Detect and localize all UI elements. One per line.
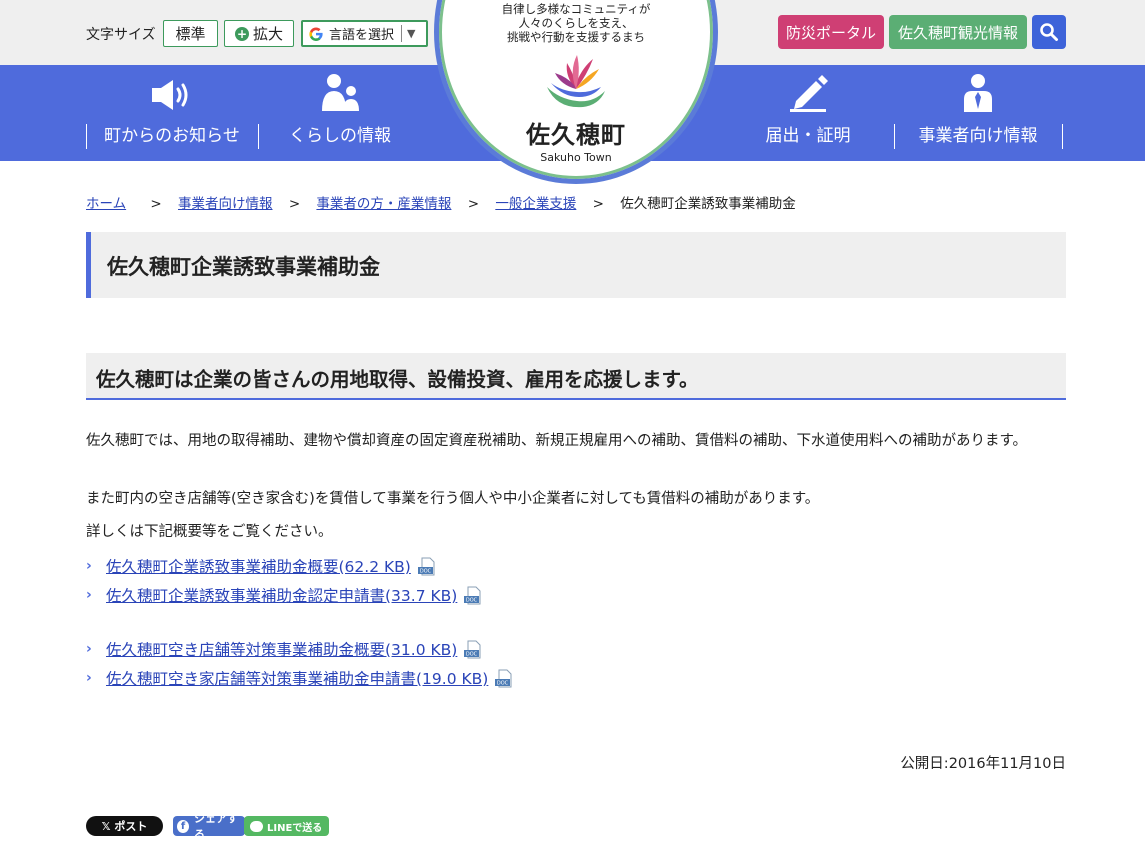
chevron-right-icon: › xyxy=(86,587,92,603)
language-select-label: 言語を選択 xyxy=(329,28,395,43)
page-title: 佐久穂町企業誘致事業補助金 xyxy=(107,255,380,279)
family-icon xyxy=(318,65,362,117)
nav-item-business[interactable]: 事業者向け情報 xyxy=(894,65,1062,161)
tagline-line: 人々のくらしを支え、 xyxy=(518,16,634,30)
facebook-icon: f xyxy=(177,819,190,833)
font-size-standard-button[interactable]: 標準 xyxy=(163,20,218,47)
google-icon xyxy=(309,27,323,41)
breadcrumb-link-support[interactable]: 一般企業支援 xyxy=(495,196,576,212)
nav-divider xyxy=(1062,124,1063,149)
tourism-info-label: 佐久穂町観光情報 xyxy=(897,23,1018,42)
document-link[interactable]: › 佐久穂町企業誘致事業補助金概要(62.2 KB) DOC xyxy=(86,555,437,577)
nav-item-notices[interactable]: 町からのお知らせ xyxy=(86,65,258,161)
facebook-share-label: シェアする xyxy=(194,812,239,841)
published-date: 公開日:2016年11月10日 xyxy=(900,756,1066,772)
nav-divider xyxy=(894,124,895,149)
svg-text:DOC: DOC xyxy=(497,680,509,686)
document-link-label[interactable]: 佐久穂町企業誘致事業補助金認定申請書(33.7 KB) xyxy=(106,584,457,606)
doc-file-icon: DOC xyxy=(495,669,512,687)
line-share-label: LINEで送る xyxy=(267,822,323,834)
breadcrumb-separator: > xyxy=(592,196,604,212)
document-link[interactable]: › 佐久穂町企業誘致事業補助金認定申請書(33.7 KB) DOC xyxy=(86,584,483,606)
breadcrumb-link-business[interactable]: 事業者向け情報 xyxy=(178,196,273,212)
breadcrumb-separator: > xyxy=(288,196,301,212)
page-title-box: 佐久穂町企業誘致事業補助金 xyxy=(86,232,1066,298)
body-paragraph: 佐久穂町では、用地の取得補助、建物や償却資産の固定資産税補助、新規正規雇用への補… xyxy=(86,433,1028,449)
line-share-button[interactable]: LINEで送る xyxy=(244,816,329,836)
town-tagline: 自律し多様なコミュニティが 人々のくらしを支え、 挑戦や行動を支援するまち xyxy=(440,2,712,44)
svg-text:DOC: DOC xyxy=(420,568,432,574)
town-name: 佐久穂町 xyxy=(526,121,626,149)
body-paragraph: また町内の空き店舗等(空き家含む)を賃借して事業を行う個人や中小企業者に対しても… xyxy=(86,491,820,507)
nav-item-label: 事業者向け情報 xyxy=(918,126,1038,146)
document-link[interactable]: › 佐久穂町空き家店舗等対策事業補助金申請書(19.0 KB) DOC xyxy=(86,667,514,689)
divider xyxy=(401,25,403,42)
chevron-right-icon: › xyxy=(86,641,92,657)
section-heading-box: 佐久穂町は企業の皆さんの用地取得、設備投資、雇用を応援します。 xyxy=(86,353,1066,400)
document-link-label[interactable]: 佐久穂町空き店舗等対策事業補助金概要(31.0 KB) xyxy=(106,638,457,660)
breadcrumb-current: 佐久穂町企業誘致事業補助金 xyxy=(620,196,796,212)
nav-divider xyxy=(258,124,259,149)
breadcrumb-link-home[interactable]: ホーム xyxy=(86,196,126,212)
nav-item-living[interactable]: くらしの情報 xyxy=(258,65,422,161)
doc-file-icon: DOC xyxy=(464,640,481,658)
body-paragraph: 詳しくは下記概要等をご覧ください。 xyxy=(86,524,333,540)
doc-file-icon: DOC xyxy=(417,557,435,575)
breadcrumb-separator: > xyxy=(467,196,480,212)
tagline-line: 自律し多様なコミュニティが xyxy=(501,2,651,16)
document-link-label[interactable]: 佐久穂町空き家店舗等対策事業補助金申請書(19.0 KB) xyxy=(106,667,488,689)
dropdown-arrow-icon: ▼ xyxy=(407,27,416,40)
svg-text:DOC: DOC xyxy=(466,597,478,603)
font-size-label: 文字サイズ xyxy=(86,27,156,43)
tagline-line: 挑戦や行動を支援するまち xyxy=(507,30,645,44)
chevron-right-icon: › xyxy=(86,670,92,686)
document-link-label[interactable]: 佐久穂町企業誘致事業補助金概要(62.2 KB) xyxy=(106,555,411,577)
megaphone-icon xyxy=(150,65,194,117)
svg-text:DOC: DOC xyxy=(466,651,478,657)
x-post-button[interactable]: 𝕏 ポスト xyxy=(86,816,163,836)
nav-item-certificates[interactable]: 届出・証明 xyxy=(722,65,894,161)
nav-item-label: 届出・証明 xyxy=(765,126,851,146)
nav-divider xyxy=(86,124,87,149)
tourism-info-button[interactable]: 佐久穂町観光情報 xyxy=(889,15,1027,49)
search-button[interactable] xyxy=(1032,15,1066,49)
font-size-large-button[interactable]: + 拡大 xyxy=(224,20,294,47)
town-name-english: Sakuho Town xyxy=(540,151,612,164)
pencil-icon xyxy=(786,65,830,117)
businessperson-icon xyxy=(960,65,996,117)
font-size-standard-label: 標準 xyxy=(175,25,206,43)
disaster-portal-label: 防災ポータル xyxy=(785,23,876,42)
language-select[interactable]: 言語を選択 ▼ xyxy=(301,20,428,47)
document-link[interactable]: › 佐久穂町空き店舗等対策事業補助金概要(31.0 KB) DOC xyxy=(86,638,483,660)
nav-item-label: 町からのお知らせ xyxy=(104,126,240,146)
facebook-share-button[interactable]: f シェアする xyxy=(173,812,245,841)
font-size-large-label: 拡大 xyxy=(252,25,283,43)
breadcrumb: ホーム > 事業者向け情報 > 事業者の方・産業情報 > 一般企業支援 > 佐久… xyxy=(86,192,796,212)
line-icon xyxy=(250,820,263,832)
nav-item-label: くらしの情報 xyxy=(289,126,391,146)
breadcrumb-separator: > xyxy=(150,196,162,212)
plus-icon: + xyxy=(234,26,249,41)
search-icon xyxy=(1040,23,1058,41)
breadcrumb-link-industry[interactable]: 事業者の方・産業情報 xyxy=(316,196,451,212)
town-emblem-icon xyxy=(547,55,605,108)
disaster-portal-button[interactable]: 防災ポータル xyxy=(778,15,884,49)
doc-file-icon: DOC xyxy=(464,586,481,604)
section-heading: 佐久穂町は企業の皆さんの用地取得、設備投資、雇用を応援します。 xyxy=(96,368,699,391)
x-post-label: 𝕏 ポスト xyxy=(101,820,148,833)
chevron-right-icon: › xyxy=(86,558,92,574)
